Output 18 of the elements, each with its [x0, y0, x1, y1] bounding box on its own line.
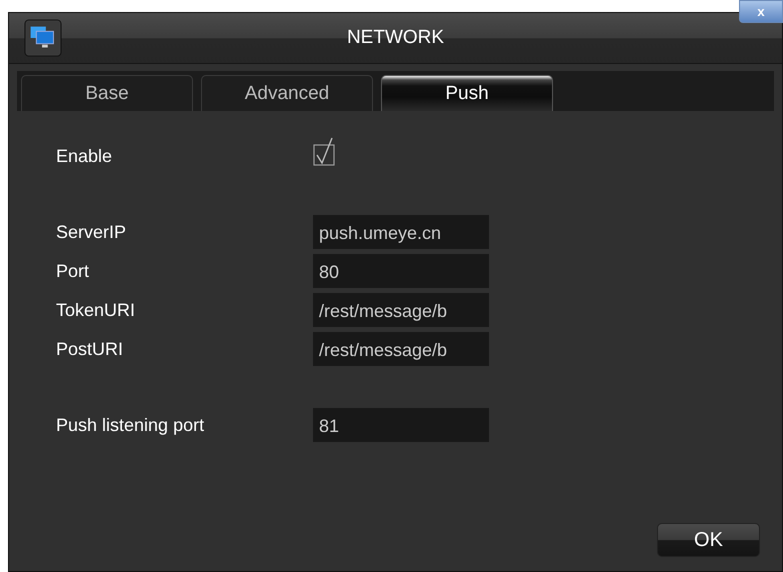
input-field[interactable]: /rest/message/b [313, 293, 489, 327]
input-field[interactable]: 81 [313, 408, 489, 442]
input-field[interactable]: 80 [313, 254, 489, 288]
monitors-icon [24, 19, 62, 57]
ok-button[interactable]: OK [657, 523, 760, 557]
tab[interactable]: Base [21, 75, 193, 111]
field-label: ServerIP [56, 222, 128, 242]
tab[interactable]: Advanced [201, 75, 373, 111]
checkbox[interactable] [313, 137, 335, 167]
input-field[interactable]: push.umeye.cn [313, 215, 489, 249]
field-label: PostURI [56, 338, 124, 360]
field-label: TokenURI [56, 300, 136, 320]
tab[interactable]: Push [381, 75, 553, 111]
field-label: Push listening port [56, 414, 206, 436]
field-label: Enable [56, 146, 114, 166]
input-field[interactable]: /rest/message/b [313, 332, 489, 366]
window-title: NETWORK [346, 27, 444, 49]
field-label: Port [56, 260, 90, 282]
